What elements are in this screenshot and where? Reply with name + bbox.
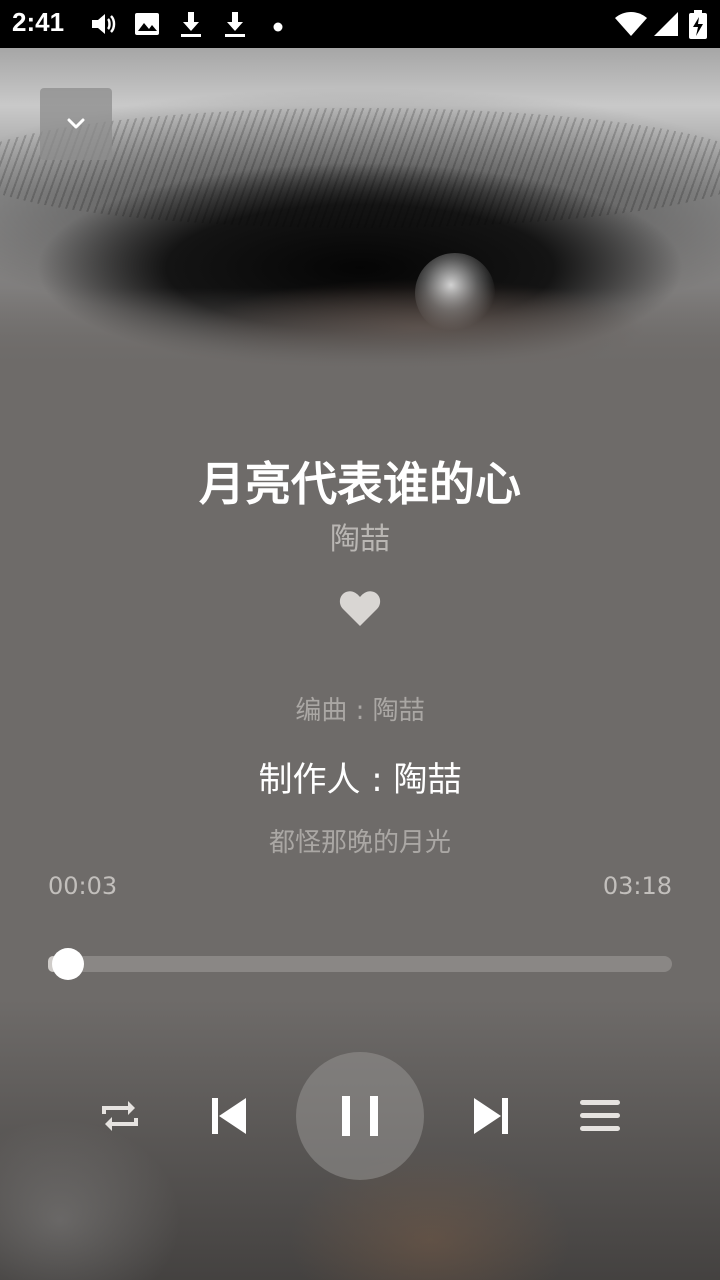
like-button[interactable] [336, 584, 384, 632]
lyric-line-next: 都怪那晚的月光 [268, 828, 451, 858]
volume-icon [90, 10, 116, 42]
progress-thumb[interactable] [51, 948, 84, 980]
status-bar: 2:41 [0, 0, 720, 48]
repeat-icon [102, 1101, 138, 1131]
time-total: 03:18 [602, 872, 672, 900]
repeat-button[interactable] [92, 1088, 148, 1144]
heart-icon [339, 591, 381, 626]
download-icon [178, 10, 204, 42]
lyric-line-previous: 编曲 : 陶喆 [295, 696, 425, 726]
next-button[interactable] [464, 1088, 520, 1144]
pause-button[interactable] [296, 1052, 424, 1180]
playlist-icon [580, 1100, 620, 1131]
time-elapsed: 00:03 [48, 872, 118, 900]
dot-icon [272, 18, 284, 37]
chevron-down-icon [67, 118, 85, 129]
album-art-fade [0, 288, 720, 368]
previous-icon [212, 1098, 246, 1134]
pause-icon [342, 1096, 378, 1136]
playlist-button[interactable] [572, 1088, 628, 1144]
collapse-button[interactable] [40, 88, 112, 160]
previous-button[interactable] [200, 1088, 256, 1144]
song-title: 月亮代表谁的心 [199, 457, 521, 511]
artist-name[interactable]: 陶喆 [0, 514, 720, 558]
next-icon [474, 1098, 508, 1134]
image-icon [134, 10, 160, 42]
progress-slider[interactable] [48, 948, 672, 980]
status-time: 2:41 [12, 7, 65, 37]
battery-charging-icon [688, 10, 708, 44]
wifi-icon [614, 10, 648, 42]
download-icon [222, 10, 248, 42]
lyric-line-current: 制作人 : 陶喆 [258, 760, 462, 800]
signal-icon [652, 10, 680, 42]
